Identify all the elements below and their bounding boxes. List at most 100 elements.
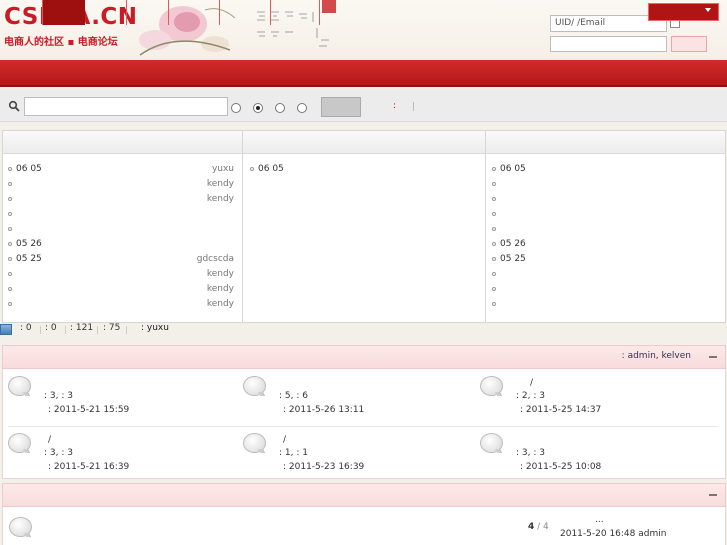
password-input[interactable] — [550, 36, 667, 52]
bullet-icon — [8, 287, 12, 291]
forum-stats: : 3, : 3 — [44, 448, 73, 458]
forum-last-post[interactable]: : 2011-5-21 15:59 — [48, 404, 129, 417]
divider — [65, 326, 66, 334]
forum-stats: : 2, : 3 — [516, 391, 545, 401]
forum-last-post[interactable]: : 2011-5-26 13:11 — [283, 404, 364, 417]
forum-bubble-icon — [480, 376, 503, 396]
divider — [413, 102, 414, 111]
nav-item-5[interactable] — [220, 0, 271, 25]
nav-dropdown[interactable] — [648, 3, 719, 21]
bullet-icon — [8, 212, 12, 216]
list-item[interactable]: 05 26 — [8, 237, 234, 252]
seal-stamp — [322, 0, 336, 13]
post-author[interactable]: kendy — [207, 177, 234, 192]
search-scope-radio-2[interactable] — [253, 103, 263, 113]
post-author[interactable]: kendy — [207, 267, 234, 282]
bullet-icon — [492, 197, 496, 201]
divider — [242, 131, 243, 322]
bullet-icon — [492, 167, 496, 171]
bullet-icon — [492, 257, 496, 261]
login-button[interactable] — [671, 36, 707, 52]
search-scope-radio-1[interactable] — [231, 103, 241, 113]
nav-item-4[interactable] — [169, 0, 220, 25]
list-item[interactable] — [492, 207, 718, 222]
post-author[interactable]: yuxu — [212, 162, 234, 177]
collapse-icon[interactable] — [709, 494, 717, 496]
search-scope-radio-4[interactable] — [297, 103, 307, 113]
post-date: 05 26 — [16, 239, 42, 249]
panel-header-latest — [3, 131, 242, 154]
post-author[interactable]: kendy — [207, 192, 234, 207]
post-author[interactable]: kendy — [207, 297, 234, 312]
list-item[interactable] — [492, 177, 718, 192]
list-item[interactable] — [492, 192, 718, 207]
list-item[interactable] — [8, 207, 234, 222]
bullet-icon — [492, 242, 496, 246]
list-item[interactable] — [492, 282, 718, 297]
post-author[interactable]: kendy — [207, 282, 234, 297]
list-item[interactable]: kendy — [8, 297, 234, 312]
forum-last-post[interactable]: : 2011-5-21 16:39 — [48, 461, 129, 474]
bullet-icon — [492, 182, 496, 186]
forum-title[interactable]: / — [48, 434, 51, 447]
nav-item-1[interactable] — [0, 0, 43, 25]
site-slogan: 电商人的社区 ▪ 电商论坛 — [4, 37, 118, 48]
moderator-links[interactable]: admin, kelven — [628, 351, 691, 361]
forum-group-header — [2, 345, 726, 369]
hot-posts-list: 06 05 05 26 05 25 — [492, 162, 718, 312]
nav-item-home[interactable] — [43, 0, 85, 25]
search-button[interactable] — [321, 97, 361, 117]
forum-stats: : 3, : 3 — [516, 448, 545, 458]
list-item[interactable]: 05 25 gdcscda — [8, 252, 234, 267]
panel-header-new — [243, 131, 485, 154]
collapse-icon[interactable] — [709, 356, 717, 358]
list-item[interactable]: kendy — [8, 192, 234, 207]
search-icon — [8, 100, 20, 112]
bullet-icon — [8, 257, 12, 261]
last-post-title[interactable]: ... — [595, 515, 604, 525]
nav-item-6[interactable] — [271, 0, 320, 25]
post-date: 05 25 — [500, 254, 526, 264]
list-item[interactable] — [492, 222, 718, 237]
moderators: : admin, kelven — [622, 351, 691, 361]
stat-members: : 75 — [103, 323, 121, 333]
stat-yesterday: : 0 — [45, 323, 57, 333]
bullet-icon — [8, 227, 12, 231]
nav-item-2[interactable] — [85, 0, 127, 25]
new-posts-list: 06 05 — [250, 162, 476, 177]
list-item[interactable]: 06 05 — [492, 162, 718, 177]
list-item[interactable]: 06 05 yuxu — [8, 162, 234, 177]
list-item[interactable]: 05 26 — [492, 237, 718, 252]
list-item[interactable]: kendy — [8, 267, 234, 282]
forum-title[interactable]: / — [530, 377, 533, 390]
stat-newest-member[interactable]: : yuxu — [141, 323, 169, 333]
post-author[interactable]: gdcscda — [197, 252, 234, 267]
post-date: 06 05 — [258, 164, 284, 174]
bullet-icon — [8, 272, 12, 276]
last-post-info[interactable]: 2011-5-20 16:48 admin — [560, 529, 666, 539]
bullet-icon — [250, 167, 254, 171]
list-item[interactable] — [8, 222, 234, 237]
divider — [8, 426, 718, 427]
bullet-icon — [8, 242, 12, 246]
post-date: 06 05 — [500, 164, 526, 174]
list-item[interactable]: 05 25 — [492, 252, 718, 267]
divider — [485, 131, 486, 322]
forum-stats: : 3, : 3 — [44, 391, 73, 401]
divider — [40, 326, 41, 334]
bullet-icon — [492, 227, 496, 231]
list-item[interactable] — [492, 297, 718, 312]
bullet-icon — [492, 302, 496, 306]
forum-last-post[interactable]: : 2011-5-25 14:37 — [520, 404, 601, 417]
search-input[interactable] — [24, 97, 228, 116]
list-item[interactable]: kendy — [8, 282, 234, 297]
forum-bubble-icon — [243, 433, 266, 453]
forum-last-post[interactable]: : 2011-5-23 16:39 — [283, 461, 364, 474]
list-item[interactable]: 06 05 — [250, 162, 476, 177]
forum-title[interactable]: / — [283, 434, 286, 447]
forum-last-post[interactable]: : 2011-5-25 10:08 — [520, 461, 601, 474]
list-item[interactable]: kendy — [8, 177, 234, 192]
list-item[interactable] — [492, 267, 718, 282]
search-scope-radio-3[interactable] — [275, 103, 285, 113]
nav-item-3[interactable] — [127, 0, 169, 25]
